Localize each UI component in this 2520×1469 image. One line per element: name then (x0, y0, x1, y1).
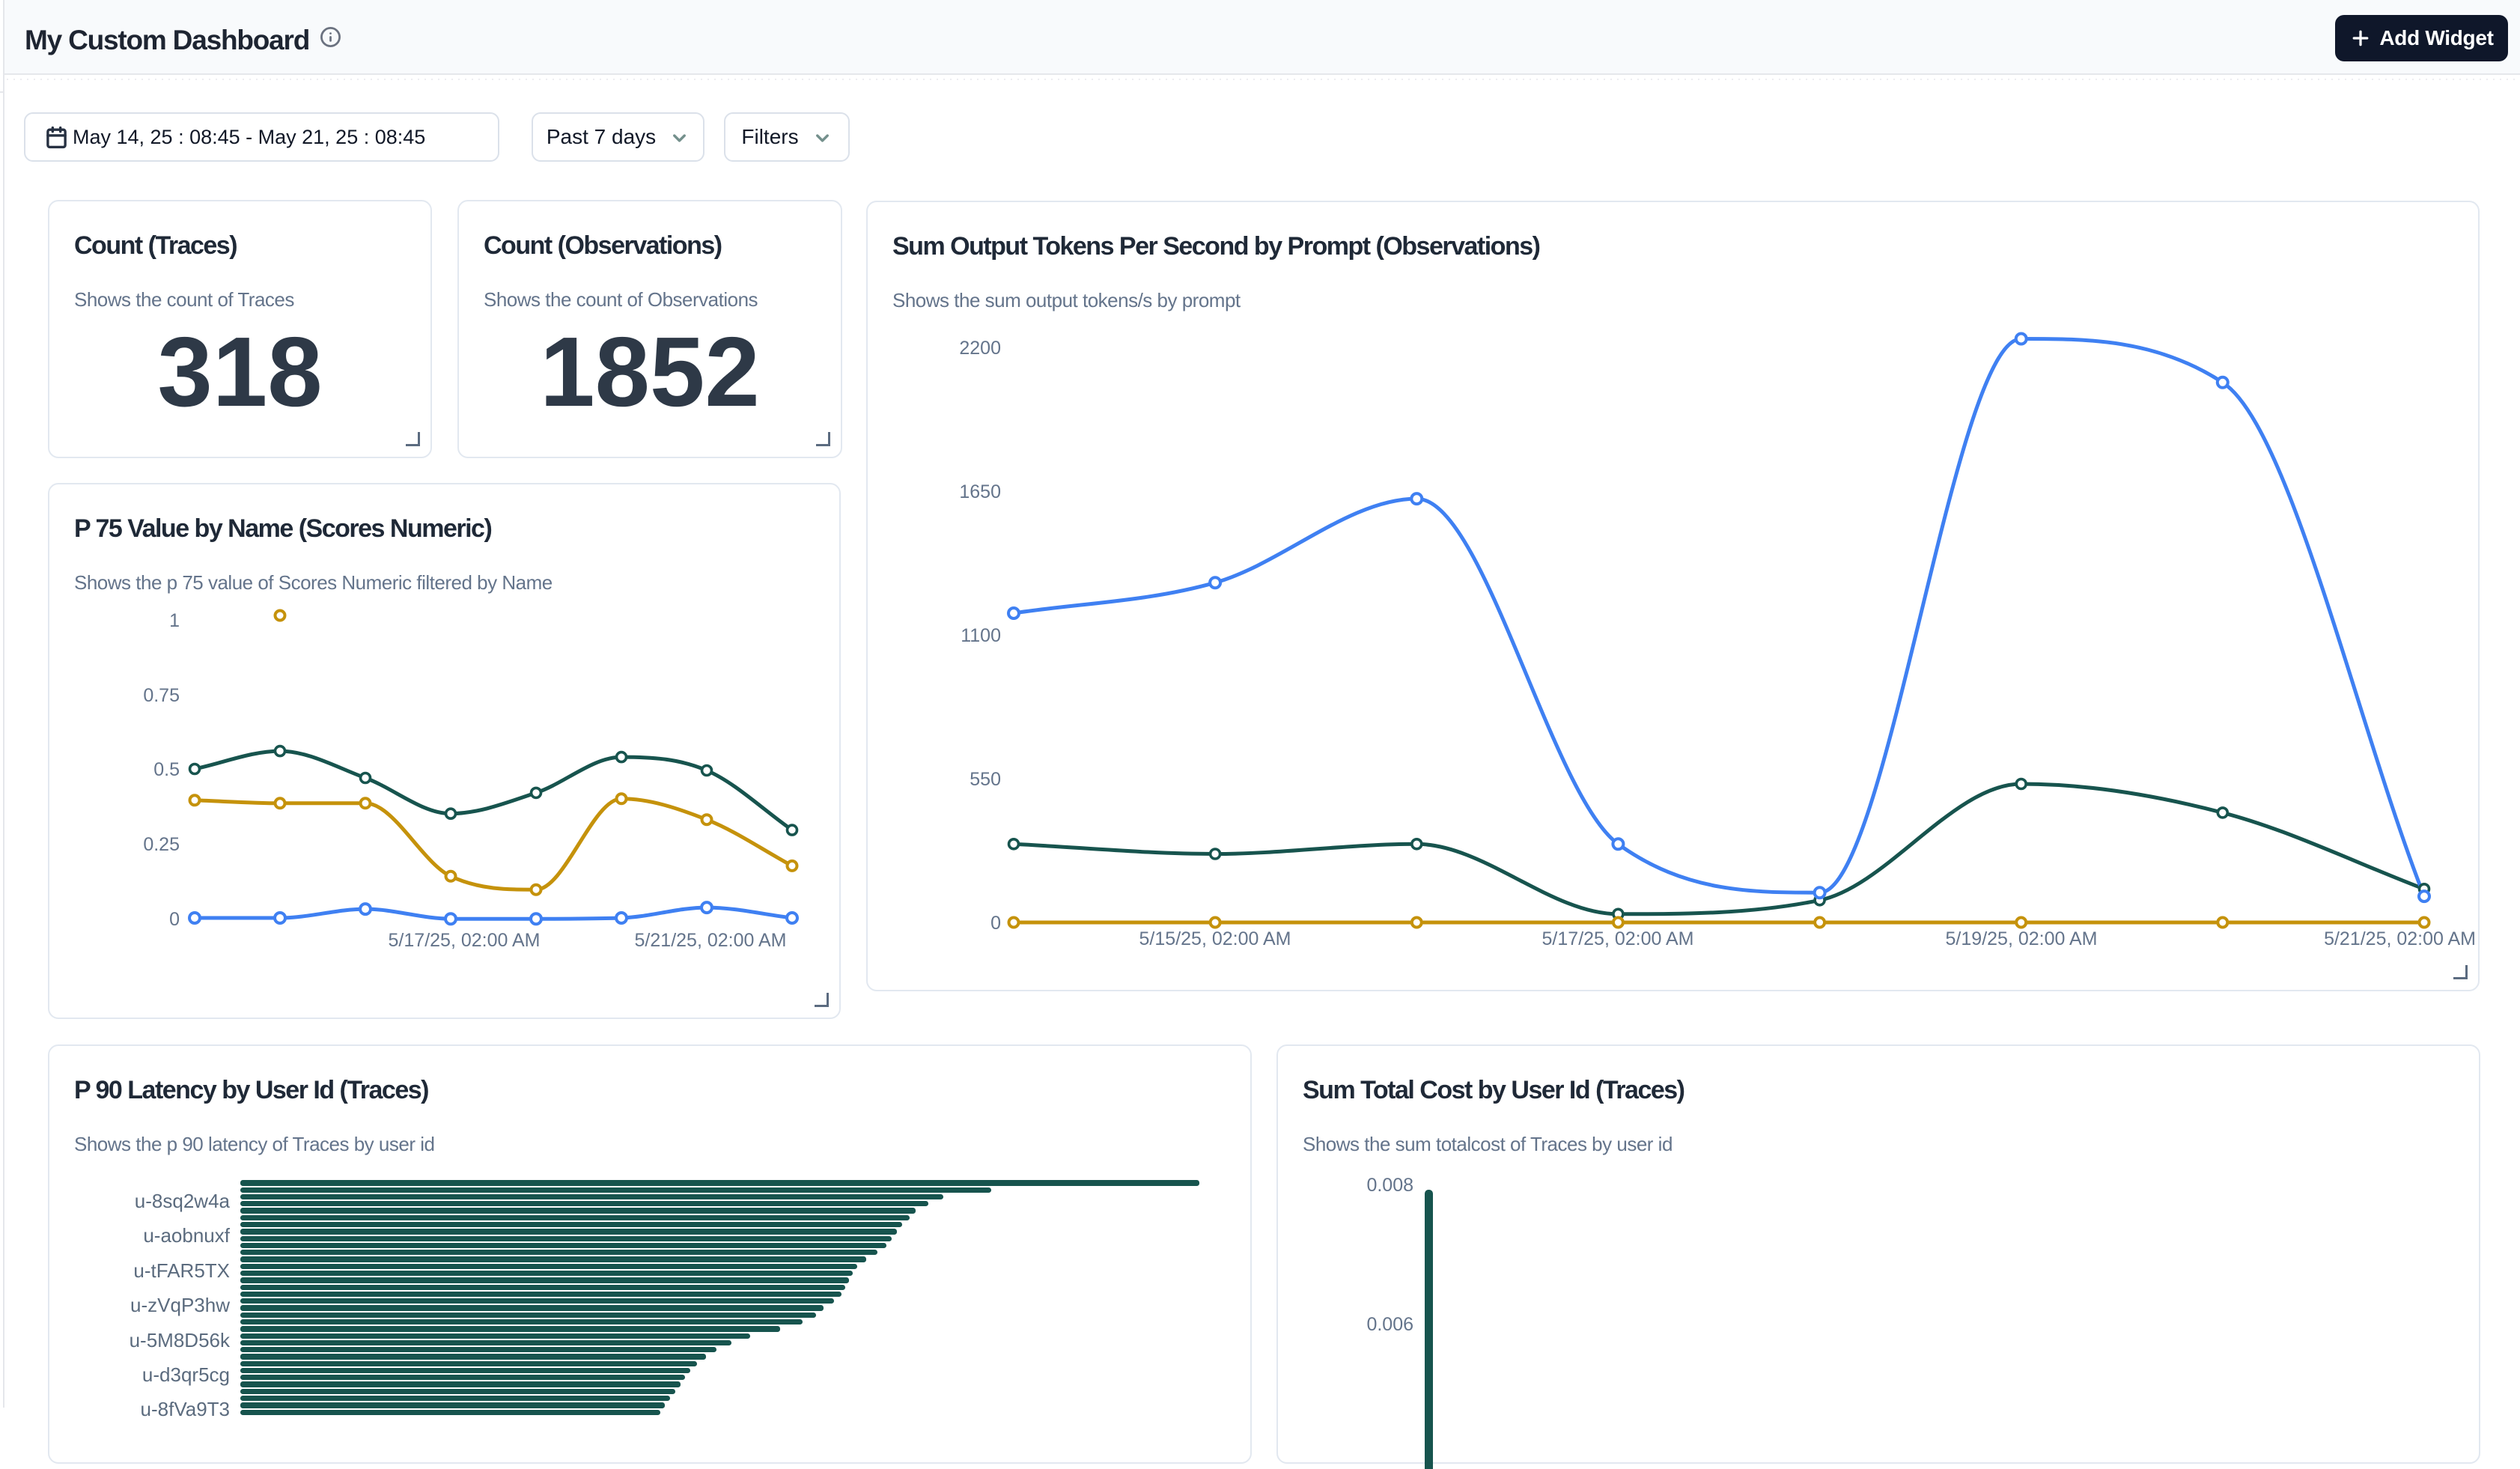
svg-text:0.25: 0.25 (143, 834, 180, 855)
svg-text:5/19/25, 02:00 AM: 5/19/25, 02:00 AM (1946, 928, 2098, 949)
svg-text:2200: 2200 (959, 338, 1001, 359)
svg-text:5/17/25, 02:00 AM: 5/17/25, 02:00 AM (389, 930, 541, 951)
svg-text:5/17/25, 02:00 AM: 5/17/25, 02:00 AM (1542, 928, 1694, 949)
svg-text:550: 550 (970, 769, 1001, 790)
svg-text:1: 1 (169, 610, 180, 631)
svg-text:1650: 1650 (959, 481, 1001, 502)
svg-text:1100: 1100 (961, 625, 1001, 646)
svg-text:5/21/25, 02:00 AM: 5/21/25, 02:00 AM (2324, 928, 2476, 949)
svg-text:0: 0 (990, 913, 1001, 934)
svg-text:0.5: 0.5 (153, 759, 180, 780)
svg-text:0.75: 0.75 (143, 685, 180, 706)
svg-text:0: 0 (169, 909, 180, 930)
svg-text:5/21/25, 02:00 AM: 5/21/25, 02:00 AM (635, 930, 787, 951)
svg-text:5/15/25, 02:00 AM: 5/15/25, 02:00 AM (1139, 928, 1291, 949)
